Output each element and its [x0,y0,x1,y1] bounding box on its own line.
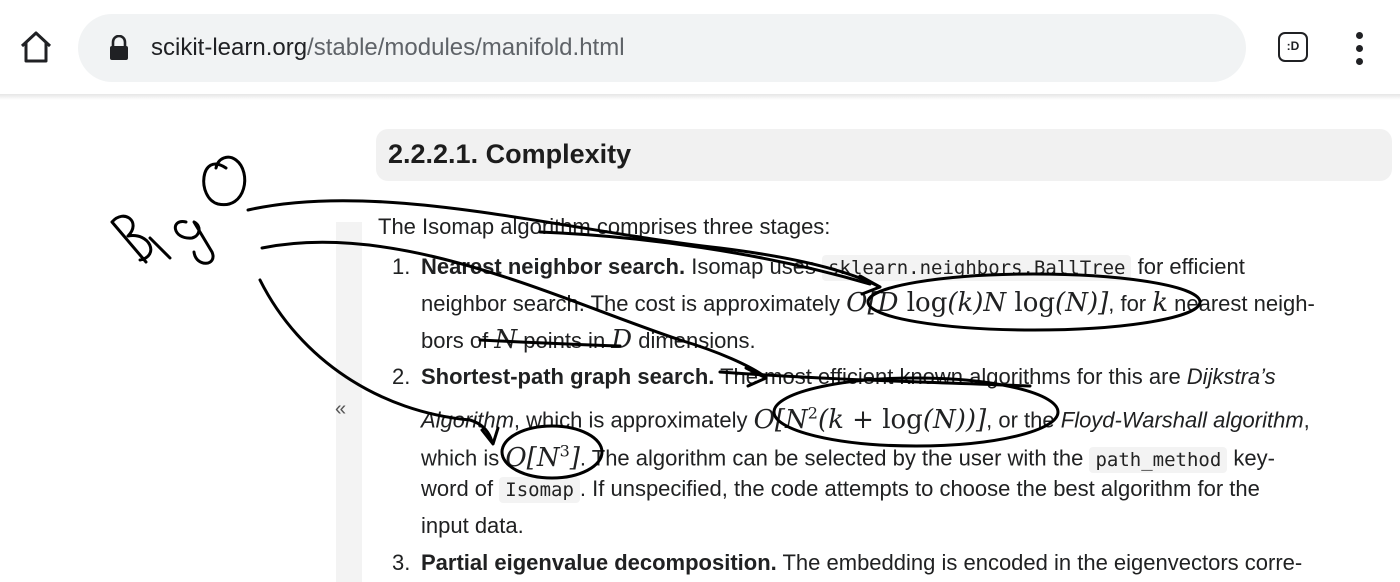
math-k: k [1152,288,1169,318]
item-3-line-1: Partial eigenvalue decomposition. The em… [421,550,1302,576]
text: , which is approximately [513,407,754,433]
big-letter-i [148,236,172,260]
item-2-line-4: word of Isomap. If unspecified, the code… [421,476,1260,503]
text: Floyd-Warshall algorithm [1060,407,1304,433]
more-menu-icon[interactable] [1350,30,1370,66]
text: for efficient [1131,254,1245,279]
text: key- [1227,445,1275,471]
text: , for [1108,291,1153,316]
text: The embedding is encoded in the eigenvec… [776,550,1303,575]
lock-icon [110,35,128,60]
text: Dijkstra’s [1186,364,1276,389]
item-1-line-2: neighbor search. The cost is approximate… [421,290,1315,317]
text: The most efficient known algorithms for … [714,364,1187,389]
big-letter-O [202,155,247,207]
big-letter-B [110,214,153,264]
url-path: /stable/modules/manifold.html [307,34,625,61]
text: points in [517,328,612,353]
intro-text: The Isomap algorithm comprises three sta… [378,214,831,239]
text: bors of [421,328,495,353]
item-1-line-3: bors of N points in D dimensions. [421,327,756,354]
url-text: scikit-learn.org/stable/modules/manifold… [151,34,625,62]
list-number: 3. [392,550,411,575]
home-icon[interactable] [18,29,54,65]
list-number: 1. [392,254,411,279]
text: . The algorithm can be selected by the u… [579,445,1090,471]
text: nearest neigh- [1168,291,1315,316]
math-expression: O[N2(k + log(N))] [753,403,987,435]
address-bar[interactable]: scikit-learn.org/stable/modules/manifold… [78,14,1246,82]
browser-toolbar: scikit-learn.org/stable/modules/manifold… [0,0,1400,96]
item-2-line-2: Algorithm, which is approximately O[N2(k… [421,400,1310,434]
text: word of [421,476,500,501]
sidebar-collapse-button[interactable]: « [335,398,346,421]
code-isomap-link[interactable]: Isomap [499,477,580,503]
text: neighbor search. The cost is approximate… [421,291,847,316]
code-path-method: path_method [1089,446,1228,473]
big-letter-g [174,220,215,265]
math-D: D [611,325,633,355]
item-2-line-5: input data. [421,513,524,538]
section-header: 2.2.2.1. Complexity [376,129,1392,181]
item-1-line-1: Nearest neighbor search. Isomap uses skl… [421,254,1245,281]
list-number: 2. [392,364,411,389]
text: Algorithm [421,407,514,433]
tab-switcher-button[interactable]: :D [1278,32,1308,62]
item-2-line-3: which is O[N3]. The algorithm can be sel… [421,438,1275,473]
item-2-line-1: Shortest-path graph search. The most eff… [421,364,1276,390]
text: , [1303,407,1310,433]
section-title: 2.2.2.1. Complexity [388,139,632,169]
math-expression: O[D log(k)N log(N)] [846,288,1109,318]
code-ball-tree-link[interactable]: sklearn.neighbors.BallTree [822,255,1132,281]
text: Isomap uses [685,254,823,279]
math-N: N [494,325,518,355]
text: which is [421,445,506,471]
toolbar-divider [0,94,1400,100]
item-title: Nearest neighbor search. [421,254,686,279]
text: , or the [986,407,1061,433]
url-host: scikit-learn.org [151,34,308,61]
text: dimensions. [632,328,756,353]
math-expression: O[N3] [505,441,580,473]
item-title: Shortest-path graph search. [421,364,715,389]
text: . If unspecified, the code attempts to c… [579,476,1260,501]
item-title: Partial eigenvalue decomposition. [421,550,777,575]
